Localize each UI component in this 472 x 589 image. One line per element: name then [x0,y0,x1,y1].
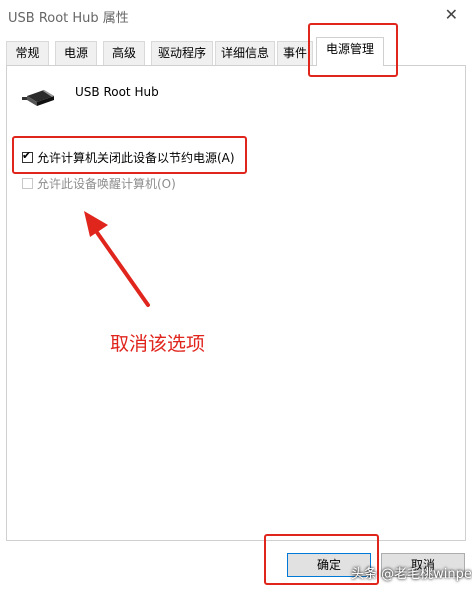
title-bar: USB Root Hub 属性 ✕ [0,0,472,32]
usb-plug-icon [22,90,54,106]
highlight-box-option [12,136,247,174]
window-title: USB Root Hub 属性 [8,11,129,26]
tab-power-management[interactable]: 电源管理 [316,37,384,66]
annotation-text: 取消该选项 [110,333,206,355]
tab-advanced[interactable]: 高级 [103,41,145,65]
close-icon[interactable]: ✕ [445,5,458,24]
allow-wake-label: 允许此设备唤醒计算机(O) [37,176,176,191]
tab-driver[interactable]: 驱动程序 [151,41,213,65]
allow-wake-checkbox [22,177,33,189]
device-name: USB Root Hub [75,85,159,99]
annotation-arrow-icon [84,211,150,307]
allow-wake-option: 允许此设备唤醒计算机(O) [22,175,176,191]
tab-power[interactable]: 电源 [55,41,97,65]
tab-general[interactable]: 常规 [6,41,49,65]
tab-details[interactable]: 详细信息 [215,41,275,65]
watermark: 头条 @老毛桃winpe [351,567,472,582]
